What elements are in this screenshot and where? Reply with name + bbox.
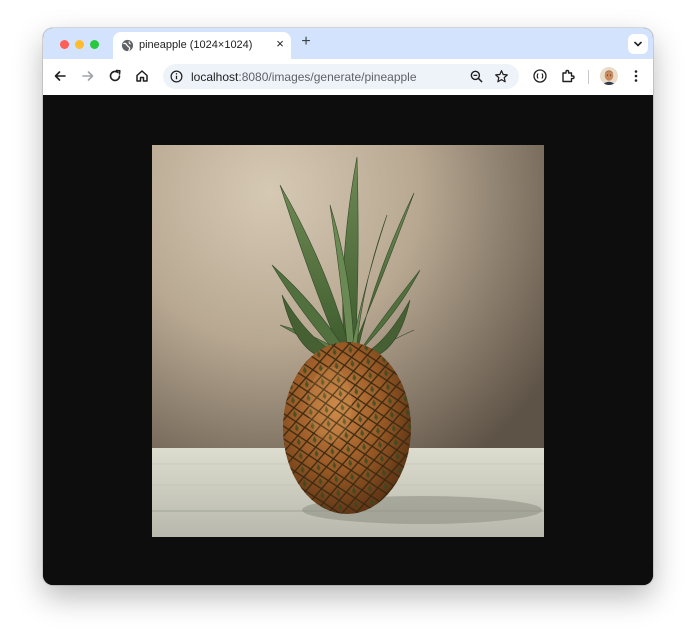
chevron-down-icon xyxy=(634,41,642,47)
new-tab-button[interactable]: + xyxy=(299,34,313,50)
tab-strip: pineapple (1024×1024) × + xyxy=(43,28,653,59)
close-window-button[interactable] xyxy=(60,40,69,49)
forward-icon[interactable] xyxy=(80,68,96,84)
url-path: :8080/images/generate/pineapple xyxy=(238,70,417,84)
site-info-icon[interactable] xyxy=(170,70,183,83)
page-viewport xyxy=(43,95,653,585)
back-icon[interactable] xyxy=(52,68,68,84)
pineapple-body xyxy=(283,342,411,514)
tab-search-button[interactable] xyxy=(628,34,648,54)
toolbar-divider xyxy=(588,70,589,84)
url-host: localhost xyxy=(191,70,239,84)
tab-title: pineapple (1024×1024) xyxy=(139,39,253,51)
address-bar[interactable]: localhost:8080/images/generate/pineapple xyxy=(163,64,519,89)
extension-puzzle-icon[interactable] xyxy=(560,68,576,84)
browser-toolbar: localhost:8080/images/generate/pineapple xyxy=(43,59,653,96)
bookmark-star-icon[interactable] xyxy=(494,69,509,84)
tab-pineapple[interactable]: pineapple (1024×1024) × xyxy=(113,32,291,59)
browser-window: pineapple (1024×1024) × + localhost:8080… xyxy=(43,28,653,585)
pineapple-image[interactable] xyxy=(152,145,544,537)
zoom-icon[interactable] xyxy=(469,69,484,84)
tab-close-button[interactable]: × xyxy=(273,37,287,51)
reload-icon[interactable] xyxy=(107,68,123,84)
globe-icon xyxy=(121,39,134,52)
account-avatar[interactable] xyxy=(600,67,618,85)
minimize-window-button[interactable] xyxy=(75,40,84,49)
fullscreen-window-button[interactable] xyxy=(90,40,99,49)
url-text: localhost:8080/images/generate/pineapple xyxy=(191,70,417,84)
home-icon[interactable] xyxy=(134,68,150,84)
more-menu-icon[interactable] xyxy=(628,68,644,84)
media-control-icon[interactable] xyxy=(532,68,548,84)
profile-photo xyxy=(600,67,618,85)
